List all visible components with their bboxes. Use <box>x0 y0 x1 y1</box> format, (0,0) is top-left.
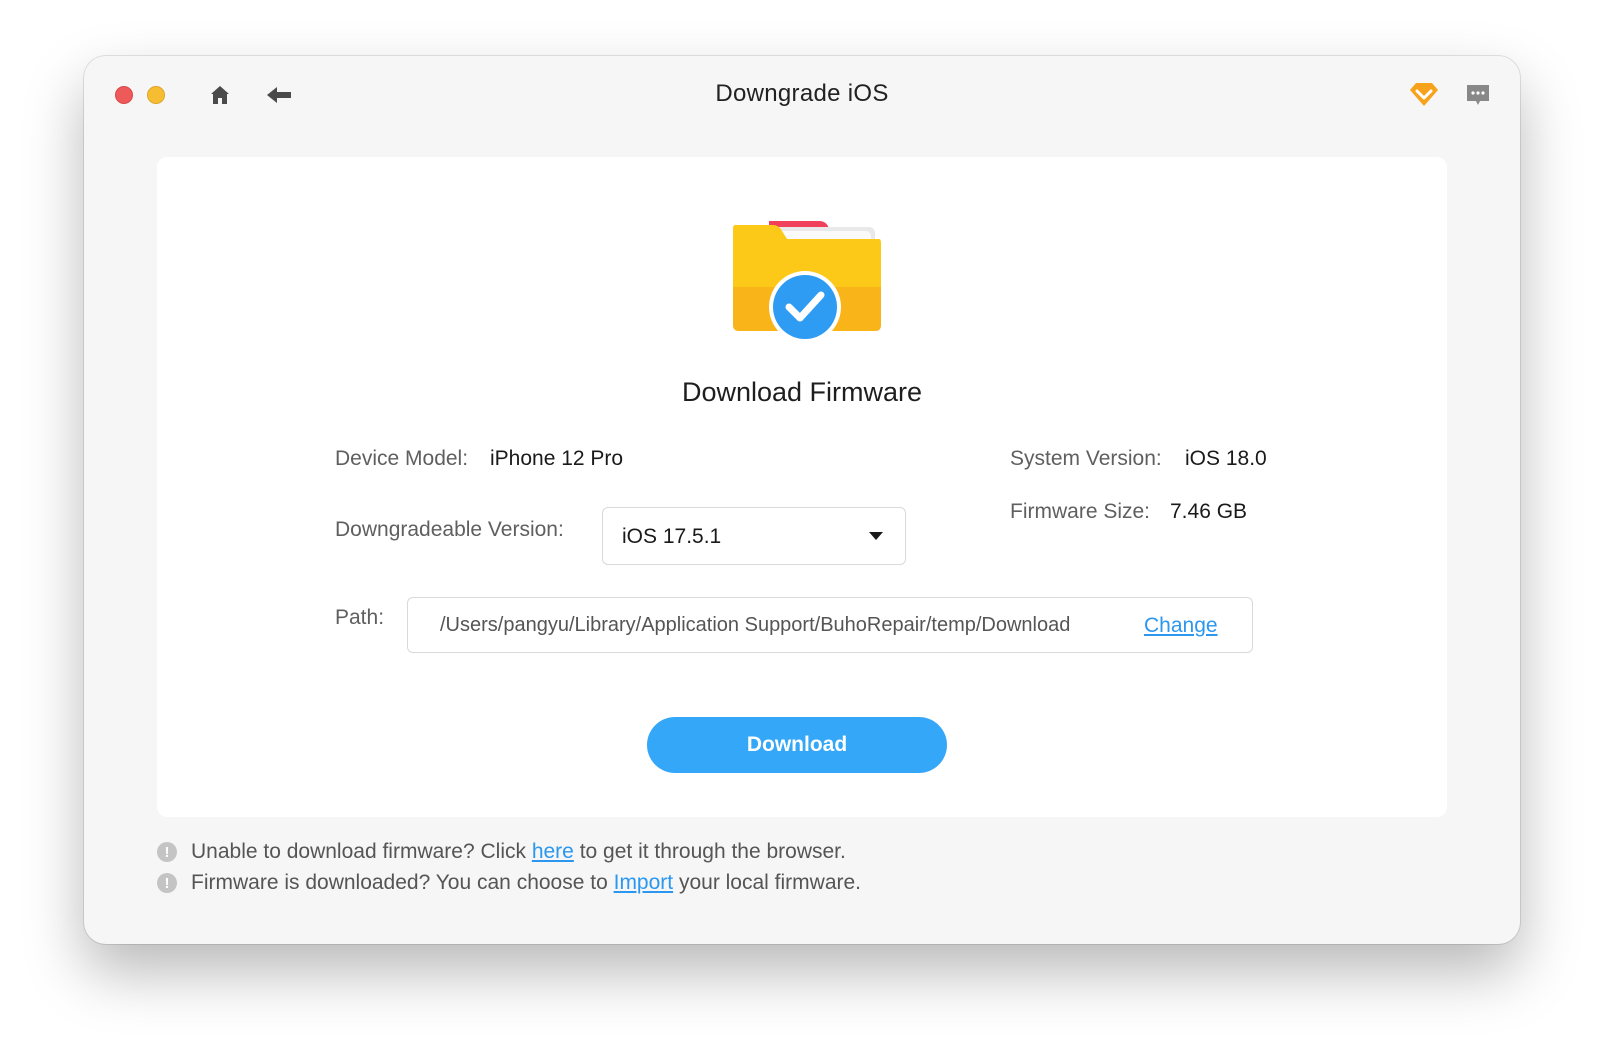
path-label: Path: <box>335 606 385 629</box>
firmware-card: Download Firmware Device Model: iPhone 1… <box>157 157 1447 817</box>
system-version-label: System Version: <box>1010 447 1162 470</box>
note-text: to get it through the browser. <box>573 840 846 863</box>
system-version-value: iOS 18.0 <box>1185 447 1267 470</box>
version-select[interactable]: iOS 17.5.1 <box>602 507 906 565</box>
version-select-value: iOS 17.5.1 <box>622 525 722 548</box>
info-exclamation-icon: ! <box>157 873 177 893</box>
downgradeable-version-label: Downgradeable Version: <box>335 518 564 541</box>
firmware-size-label: Firmware Size: <box>1010 500 1151 523</box>
diamond-icon[interactable] <box>1407 78 1441 110</box>
firmware-size-value: 7.46 GB <box>1170 500 1248 523</box>
device-model-label: Device Model: <box>335 447 469 470</box>
caret-down-icon <box>869 532 883 540</box>
device-model-value: iPhone 12 Pro <box>490 447 624 470</box>
note-text: your local firmware. <box>673 871 862 894</box>
change-path-link[interactable]: Change <box>1144 614 1218 638</box>
title-bar: Downgrade iOS <box>84 56 1520 132</box>
info-exclamation-icon: ! <box>157 842 177 862</box>
path-field[interactable]: /Users/pangyu/Library/Application Suppor… <box>407 597 1253 653</box>
folder-check-icon <box>729 217 881 347</box>
note-text: Firmware is downloaded? You can choose t… <box>191 871 614 894</box>
note-text: Unable to download firmware? Click <box>191 840 532 863</box>
chat-icon[interactable] <box>1463 80 1493 110</box>
download-button[interactable]: Download <box>647 717 947 773</box>
import-firmware-note: ! Firmware is downloaded? You can choose… <box>157 871 861 895</box>
browser-download-note: ! Unable to download firmware? Click her… <box>157 840 846 864</box>
window-title: Downgrade iOS <box>715 80 889 107</box>
here-link[interactable]: here <box>532 840 574 864</box>
path-value: /Users/pangyu/Library/Application Suppor… <box>440 614 1071 636</box>
import-link[interactable]: Import <box>614 871 674 895</box>
app-window: Downgrade iOS Download Firmware Device M… <box>84 56 1520 944</box>
card-title: Download Firmware <box>681 377 923 407</box>
